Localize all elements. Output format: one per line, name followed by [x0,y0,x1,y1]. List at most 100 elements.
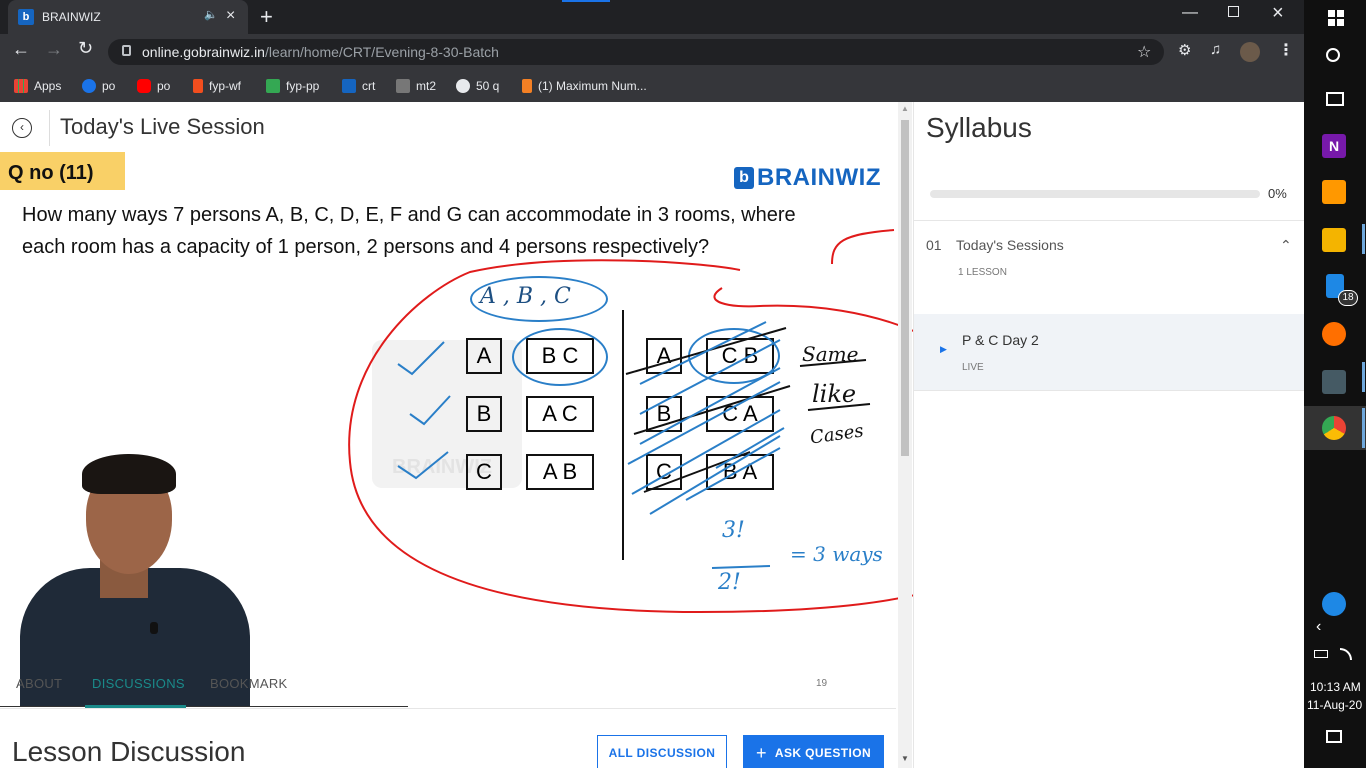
syllabus-progress-bar [930,190,1260,198]
bookmark-label: crt [362,79,376,93]
scrollbar-thumb[interactable] [901,120,909,456]
all-discussion-button[interactable]: ALL DISCUSSION [597,735,727,768]
brainwiz-favicon-icon: b [18,9,34,25]
tab-indicator [562,0,610,2]
search-icon[interactable] [1326,48,1340,62]
sublime-icon[interactable] [1322,180,1346,204]
tab-bar: b BRAINWIZ 🔈 × + — × [0,0,1304,34]
url-path: /learn/home/CRT/Evening-8-30-Batch [264,44,499,60]
clock-time[interactable]: 10:13 AM [1310,680,1361,694]
reload-icon[interactable]: ↻ [78,38,93,59]
bookmark-fyp-pp[interactable]: fyp-pp [266,78,319,94]
bookmark-label: 50 q [476,79,500,93]
ask-question-button[interactable]: + ASK QUESTION [743,735,884,768]
lesson-item[interactable]: ▶ P & C Day 2 LIVE [914,314,1304,390]
cc-icon [396,79,410,93]
bookmark-label: po [157,79,171,93]
forward-icon[interactable]: → [45,39,63,60]
url-domain: online.gobrainwiz.in [142,44,265,60]
media-icon[interactable]: ♫ [1210,41,1221,58]
bookmark-favicon-icon [82,79,96,93]
scroll-up-icon[interactable]: ▲ [901,104,909,113]
action-center-icon[interactable] [1326,730,1342,743]
bookmark-apps[interactable]: Apps [14,78,61,94]
running-indicator [1362,224,1365,254]
calculator-icon[interactable] [1322,370,1346,394]
back-icon[interactable]: ← [12,39,30,60]
content-scrollbar[interactable]: ▲ ▼ [898,102,912,768]
media-player-icon[interactable] [1322,322,1346,346]
bookmark-star-icon[interactable]: ☆ [1137,42,1151,62]
play-indicator-icon: ▶ [940,344,947,354]
running-indicator [1362,362,1365,392]
windows-start-icon[interactable] [1328,10,1344,26]
stackoverflow-icon [522,79,532,93]
minimize-icon[interactable]: — [1182,4,1198,22]
bookmark-po-1[interactable]: po [82,78,115,94]
bookmark-label: po [102,79,116,93]
bookmark-label: Apps [34,79,62,93]
bookmark-maximum[interactable]: (1) Maximum Num... [522,78,647,94]
notification-badge: 18 [1338,290,1358,306]
url-text: online.gobrainwiz.in/learn/home/CRT/Even… [142,44,499,60]
chevron-left-icon[interactable]: ‹ [1316,618,1321,636]
new-tab-icon[interactable]: + [260,4,273,30]
button-label: ALL DISCUSSION [608,746,716,760]
close-window-icon[interactable]: × [1272,2,1284,25]
tab-close-icon[interactable]: × [226,7,235,25]
browser-tab[interactable]: b BRAINWIZ 🔈 × [8,0,248,34]
tab-label: DISCUSSIONS [92,676,185,691]
tab-audio-icon[interactable]: 🔈 [204,8,218,21]
section-count: 1 LESSON [958,267,1007,278]
bookmark-label: (1) Maximum Num... [538,79,647,93]
discussion-heading: Lesson Discussion [12,736,246,767]
tab-title: BRAINWIZ [42,10,101,24]
plus-icon: + [755,742,767,763]
battery-icon[interactable] [1314,650,1328,658]
lock-icon [122,45,131,56]
lesson-status: LIVE [962,362,984,373]
tab-label: BOOKMARK [210,676,288,691]
section-number: 01 [926,237,942,253]
bookmark-label: fyp-pp [286,79,320,93]
apps-grid-icon [14,79,28,93]
bookmark-po-2[interactable]: po [137,78,170,94]
file-explorer-icon[interactable] [1322,228,1346,252]
syllabus-panel: Syllabus 0% 01 Today's Sessions 1 LESSON… [913,102,1304,768]
extensions-icon[interactable]: ⚙ [1178,41,1191,59]
tab-discussions[interactable]: DISCUSSIONS [92,676,185,691]
clock-date[interactable]: 11-Aug-20 [1307,698,1362,712]
section-header[interactable]: 01 Today's Sessions 1 LESSON ⌃ [914,221,1304,311]
bookmark-crt[interactable]: crt [342,78,375,94]
profile-avatar[interactable] [1240,42,1260,62]
syllabus-title: Syllabus [926,112,1032,143]
chrome-icon[interactable] [1322,416,1346,440]
address-bar[interactable]: online.gobrainwiz.in/learn/home/CRT/Even… [108,39,1164,65]
page: ‹ Today's Live Session Q no (11) b BRAIN… [0,102,1304,768]
bookmark-fyp-wf[interactable]: fyp-wf [193,78,241,94]
bookmark-favicon-icon [266,79,280,93]
scroll-down-icon[interactable]: ▼ [901,754,909,763]
figma-icon [193,79,203,93]
task-view-icon[interactable] [1326,92,1344,106]
section-title: Today's Sessions [956,237,1064,253]
lesson-rule [914,390,1304,391]
chevron-up-icon[interactable]: ⌃ [1280,237,1292,254]
network-helper-icon[interactable] [1322,592,1346,616]
youtube-icon [137,79,151,93]
button-label: ASK QUESTION [774,746,872,760]
red-hook [831,229,895,265]
menu-icon[interactable]: ⋮ [1278,40,1294,60]
tab-label: ABOUT [16,676,63,691]
maximize-icon[interactable] [1228,6,1239,17]
onenote-icon[interactable]: N [1322,134,1346,158]
tab-about[interactable]: ABOUT [16,676,62,691]
brainwiz-favicon-icon [342,79,356,93]
bookmark-label: mt2 [416,79,437,93]
bookmark-mt2[interactable]: mt2 [396,78,436,94]
tabs-rule [0,708,896,709]
bookmark-50q[interactable]: 50 q [456,78,499,94]
tab-bookmark[interactable]: BOOKMARK [210,676,288,691]
bookmark-label: fyp-wf [209,79,242,93]
lesson-title: P & C Day 2 [962,332,1039,348]
